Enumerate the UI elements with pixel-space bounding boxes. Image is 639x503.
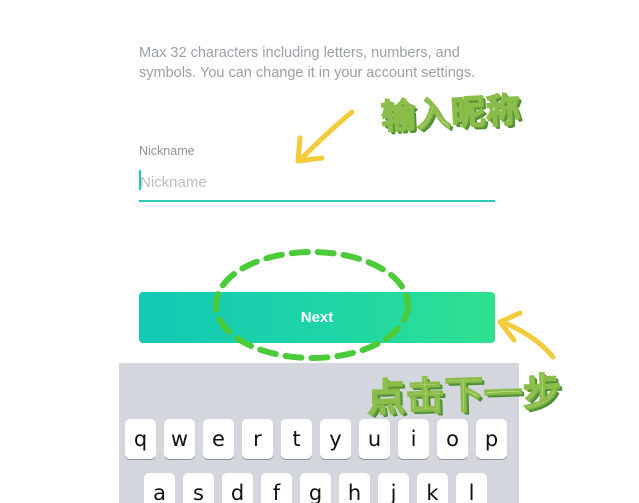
text-cursor xyxy=(139,170,141,190)
key-j[interactable]: j xyxy=(378,473,409,503)
key-o[interactable]: o xyxy=(437,419,468,459)
nickname-help-text: Max 32 characters including letters, num… xyxy=(139,45,476,81)
nickname-input[interactable] xyxy=(139,167,495,197)
annotation-click-next: 点击下一步 xyxy=(366,369,564,421)
key-y[interactable]: y xyxy=(320,419,351,459)
nickname-label: Nickname xyxy=(139,144,195,158)
annotation-enter-nickname: 输入昵称 xyxy=(379,90,523,139)
key-p[interactable]: p xyxy=(476,419,507,459)
key-k[interactable]: k xyxy=(417,473,448,503)
signup-nickname-screen: Max 32 characters including letters, num… xyxy=(0,0,639,503)
arrow-to-nickname-icon xyxy=(295,109,355,164)
key-r[interactable]: r xyxy=(242,419,273,459)
arrow-to-next-button-icon xyxy=(497,310,556,360)
key-g[interactable]: g xyxy=(300,473,331,503)
key-t[interactable]: t xyxy=(281,419,312,459)
key-l[interactable]: l xyxy=(456,473,487,503)
key-w[interactable]: w xyxy=(164,419,195,459)
key-e[interactable]: e xyxy=(203,419,234,459)
key-h[interactable]: h xyxy=(339,473,370,503)
next-button[interactable]: Next xyxy=(139,292,495,343)
key-d[interactable]: d xyxy=(222,473,253,503)
key-q[interactable]: q xyxy=(125,419,156,459)
key-u[interactable]: u xyxy=(359,419,390,459)
nickname-field[interactable] xyxy=(139,165,495,202)
key-f[interactable]: f xyxy=(261,473,292,503)
key-s[interactable]: s xyxy=(183,473,214,503)
key-i[interactable]: i xyxy=(398,419,429,459)
key-a[interactable]: a xyxy=(144,473,175,503)
